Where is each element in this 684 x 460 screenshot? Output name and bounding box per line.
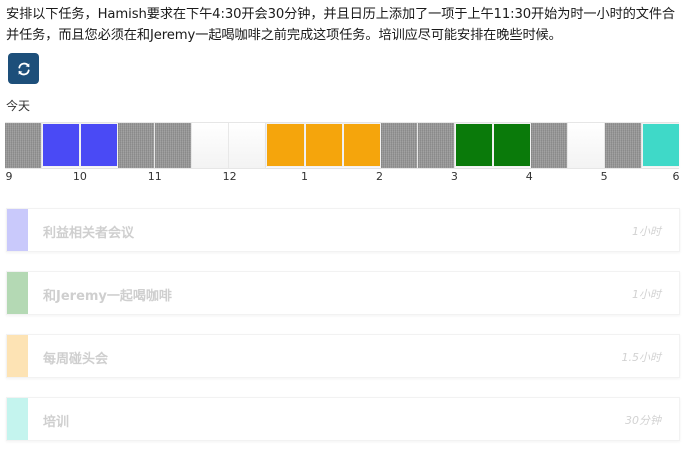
hour-label: 3 [450,170,458,183]
timeline-slot-task[interactable] [454,123,493,167]
task-name: 和Jeremy一起喝咖啡 [43,289,172,304]
hour-label: 9 [5,170,13,183]
timeline-slot-free[interactable] [567,123,605,168]
timeline-slot-task[interactable] [642,123,680,167]
timeline-slot-busy[interactable] [530,123,568,168]
hour-label: 6 [672,170,680,183]
task-color-swatch [7,272,28,314]
hour-label: 11 [147,170,162,183]
timeline-slot-task[interactable] [42,123,81,167]
task-card[interactable]: 和Jeremy一起喝咖啡 1小时 [6,271,680,315]
task-card[interactable]: 培训 30分钟 [6,397,680,441]
hour-label: 2 [375,170,383,183]
timeline-slot-task[interactable] [80,123,119,167]
hour-label: 10 [72,170,87,183]
task-name: 利益相关者会议 [43,226,135,241]
task-list: 利益相关者会议 1小时 和Jeremy一起喝咖啡 1小时 每周碰头会 1.5小时 培训 30分… [6,208,680,460]
hour-label: 1 [301,170,309,183]
schedule-timeline[interactable] [5,122,680,169]
timeline-slot-free[interactable] [192,123,230,168]
refresh-icon [17,62,30,75]
timeline-slot-task[interactable] [342,123,381,167]
task-color-swatch [7,398,28,440]
task-color-swatch [7,335,28,377]
task-duration: 30分钟 [625,414,661,427]
timeline-slot-task[interactable] [266,123,305,167]
task-duration: 1小时 [632,225,661,238]
timeline-slot-busy[interactable] [5,123,43,168]
hour-label: 4 [525,170,533,183]
hour-label: 12 [222,170,237,183]
refresh-button[interactable] [8,53,39,84]
task-duration: 1.5小时 [621,351,662,364]
hour-axis: 9 10 11 12 1 2 3 4 5 6 [0,170,684,184]
task-instructions: 安排以下任务，Hamish要求在下午4:30开会30分钟，并且日历上添加了一项于… [6,7,676,43]
hour-label: 5 [600,170,608,183]
timeline-slot-busy[interactable] [380,123,418,168]
day-label: 今天 [6,99,31,113]
timeline-slot-busy[interactable] [118,123,156,168]
task-duration: 1小时 [632,288,661,301]
timeline-slot-free[interactable] [229,123,267,168]
task-card[interactable]: 利益相关者会议 1小时 [6,208,680,252]
task-card[interactable]: 每周碰头会 1.5小时 [6,334,680,378]
timeline-slot-busy[interactable] [605,123,643,168]
task-color-swatch [7,209,28,251]
timeline-slot-task[interactable] [492,123,531,167]
timeline-slot-busy[interactable] [155,123,193,168]
timeline-slot-busy[interactable] [417,123,455,168]
task-name: 每周碰头会 [43,352,109,367]
timeline-slot-task[interactable] [304,123,343,167]
task-name: 培训 [43,415,70,430]
